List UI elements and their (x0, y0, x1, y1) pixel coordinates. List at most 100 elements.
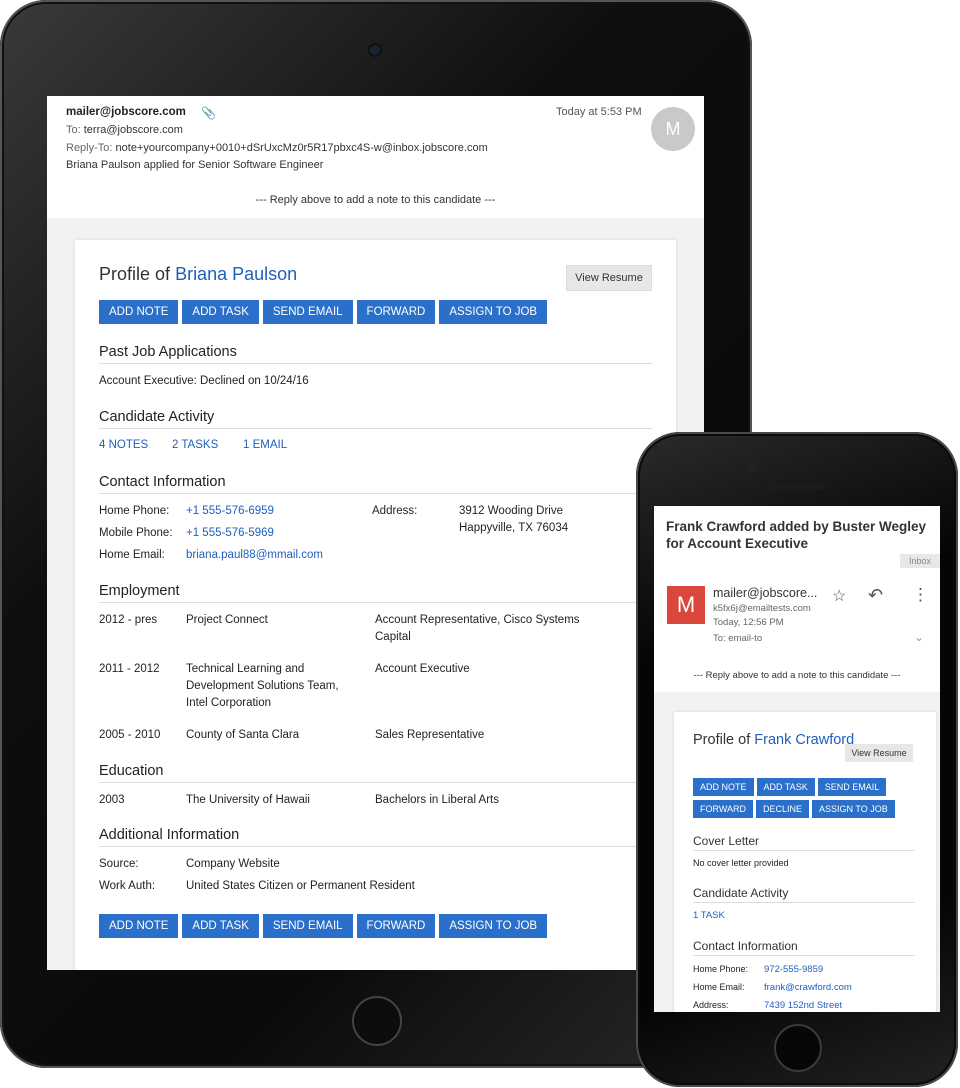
view-resume-button[interactable]: View Resume (566, 265, 652, 291)
forward-button[interactable]: FORWARD (693, 800, 753, 818)
source-value: Company Website (186, 858, 280, 870)
past-jobs-heading: Past Job Applications (99, 344, 652, 364)
employment-years: 2005 - 2010 (99, 729, 161, 741)
cover-letter-heading: Cover Letter (693, 834, 915, 851)
phone-device: Frank Crawford added by Buster Wegley fo… (636, 432, 958, 1087)
notes-link[interactable]: 4 NOTES (99, 437, 148, 454)
email-reply-to-address[interactable]: note+yourcompany+0010+dSrUxcMz0r5R17pbxc… (116, 142, 488, 154)
add-note-button[interactable]: ADD NOTE (99, 300, 179, 324)
work-auth-value: United States Citizen or Permanent Resid… (186, 880, 415, 892)
more-icon[interactable]: ⋮ (912, 585, 929, 605)
profile-title-prefix: Profile of (99, 264, 171, 284)
phone-home-phone-link[interactable]: 972-555-9859 (764, 964, 823, 975)
phone-home-email-link[interactable]: frank@crawford.com (764, 982, 852, 993)
phone-email-time: Today, 12:56 PM (713, 617, 784, 628)
tablet-home-button[interactable] (352, 996, 402, 1046)
attachment-icon: 📎 (201, 106, 216, 120)
add-task-button[interactable]: ADD TASK (182, 300, 259, 324)
phone-view-resume-button[interactable]: View Resume (845, 744, 913, 762)
email-header: mailer@jobscore.com 📎 Today at 5:53 PM T… (47, 96, 704, 218)
profile-title: Profile of Briana Paulson (99, 264, 297, 285)
mobile-phone-link[interactable]: +1 555-576-5969 (186, 525, 274, 542)
past-job-entry: Account Executive: Declined on 10/24/16 (99, 375, 309, 387)
send-email-button[interactable]: SEND EMAIL (262, 914, 353, 938)
phone-action-row-2: FORWARD DECLINE ASSIGN TO JOB (693, 800, 895, 818)
phone-activity-heading: Candidate Activity (693, 886, 915, 903)
phone-action-row-1: ADD NOTE ADD TASK SEND EMAIL (693, 778, 887, 796)
action-buttons-bottom: ADD NOTE ADD TASK SEND EMAIL FORWARD ASS… (99, 914, 548, 938)
phone-home-email-label: Home Email: (693, 982, 745, 992)
email-date: Today at 5:53 PM (556, 106, 642, 118)
assign-to-job-button[interactable]: ASSIGN TO JOB (812, 800, 895, 818)
email-sender[interactable]: mailer@jobscore.com (66, 106, 186, 118)
forward-button[interactable]: FORWARD (356, 914, 436, 938)
employment-role: Account Representative, Cisco Systems Ca… (375, 614, 580, 643)
education-school: The University of Hawaii (186, 794, 310, 806)
tasks-link[interactable]: 2 TASKS (172, 437, 218, 454)
add-task-button[interactable]: ADD TASK (182, 914, 259, 938)
send-email-button[interactable]: SEND EMAIL (262, 300, 353, 324)
action-buttons-top: ADD NOTE ADD TASK SEND EMAIL FORWARD ASS… (99, 300, 548, 324)
address-line1: 3912 Wooding Drive (459, 505, 563, 517)
emails-link[interactable]: 1 EMAIL (243, 437, 287, 454)
phone-email-subject: Frank Crawford added by Buster Wegley fo… (666, 519, 927, 551)
address-label: Address: (372, 505, 418, 517)
employment-org: Project Connect (186, 614, 268, 626)
mobile-phone-label: Mobile Phone: (99, 527, 173, 539)
add-note-button[interactable]: ADD NOTE (99, 914, 179, 938)
work-auth-label: Work Auth: (99, 880, 156, 892)
sender-avatar: M (651, 107, 695, 151)
education-year: 2003 (99, 794, 125, 806)
education-heading: Education (99, 763, 652, 783)
employment-years: 2011 - 2012 (99, 663, 160, 675)
send-email-button[interactable]: SEND EMAIL (817, 778, 887, 796)
home-phone-label: Home Phone: (99, 505, 170, 517)
phone-profile-title: Profile of Frank Crawford (693, 732, 854, 748)
phone-home-button[interactable] (774, 1024, 822, 1072)
employment-heading: Employment (99, 583, 652, 603)
email-subject: Briana Paulson applied for Senior Softwa… (66, 159, 324, 171)
home-phone-link[interactable]: +1 555-576-6959 (186, 503, 274, 520)
email-to: To: terra@jobscore.com (66, 124, 183, 136)
inbox-label[interactable]: Inbox (900, 554, 940, 568)
education-degree: Bachelors in Liberal Arts (375, 794, 500, 806)
email-reply-to: Reply-To: note+yourcompany+0010+dSrUxcMz… (66, 142, 488, 154)
tablet-camera (370, 45, 380, 55)
reply-icon[interactable]: ↶ (868, 585, 883, 606)
chevron-down-icon[interactable]: ⌄ (914, 630, 924, 644)
email-to-label: To: (66, 124, 81, 136)
employment-role: Account Executive (375, 663, 470, 675)
assign-to-job-button[interactable]: ASSIGN TO JOB (439, 300, 548, 324)
phone-contact-heading: Contact Information (693, 939, 915, 956)
home-email-label: Home Email: (99, 549, 165, 561)
decline-button[interactable]: DECLINE (756, 800, 810, 818)
additional-info-heading: Additional Information (99, 827, 652, 847)
add-note-button[interactable]: ADD NOTE (693, 778, 754, 796)
phone-candidate-name-link[interactable]: Frank Crawford (754, 732, 854, 748)
phone-profile-title-prefix: Profile of (693, 732, 751, 748)
phone-tasks-link[interactable]: 1 TASK (693, 910, 725, 921)
tablet-screen: mailer@jobscore.com 📎 Today at 5:53 PM T… (47, 96, 704, 970)
phone-address-label: Address: (693, 1000, 729, 1010)
address-line2: Happyville, TX 76034 (459, 522, 569, 534)
assign-to-job-button[interactable]: ASSIGN TO JOB (439, 914, 548, 938)
add-task-button[interactable]: ADD TASK (756, 778, 815, 796)
phone-camera (749, 464, 756, 471)
phone-email-to[interactable]: To: email-to (713, 633, 762, 644)
employment-org: County of Santa Clara (186, 729, 300, 741)
star-icon[interactable]: ☆ (832, 586, 846, 606)
phone-sender-address: k5fx6j@emailtests.com (713, 603, 811, 614)
phone-sender[interactable]: mailer@jobscore... (713, 586, 817, 600)
candidate-profile-card: Profile of Briana Paulson View Resume AD… (75, 240, 676, 970)
candidate-name-link[interactable]: Briana Paulson (175, 264, 297, 284)
employment-years: 2012 - pres (99, 614, 158, 626)
source-label: Source: (99, 858, 139, 870)
phone-profile-card: Profile of Frank Crawford View Resume AD… (674, 712, 936, 1012)
forward-button[interactable]: FORWARD (356, 300, 436, 324)
email-to-address[interactable]: terra@jobscore.com (84, 124, 183, 136)
home-email-link[interactable]: briana.paul88@mmail.com (186, 547, 323, 564)
phone-sender-avatar: M (667, 586, 705, 624)
phone-address-link[interactable]: 7439 152nd Street (764, 1000, 842, 1011)
candidate-activity-heading: Candidate Activity (99, 409, 652, 429)
reply-note: --- Reply above to add a note to this ca… (255, 194, 496, 206)
